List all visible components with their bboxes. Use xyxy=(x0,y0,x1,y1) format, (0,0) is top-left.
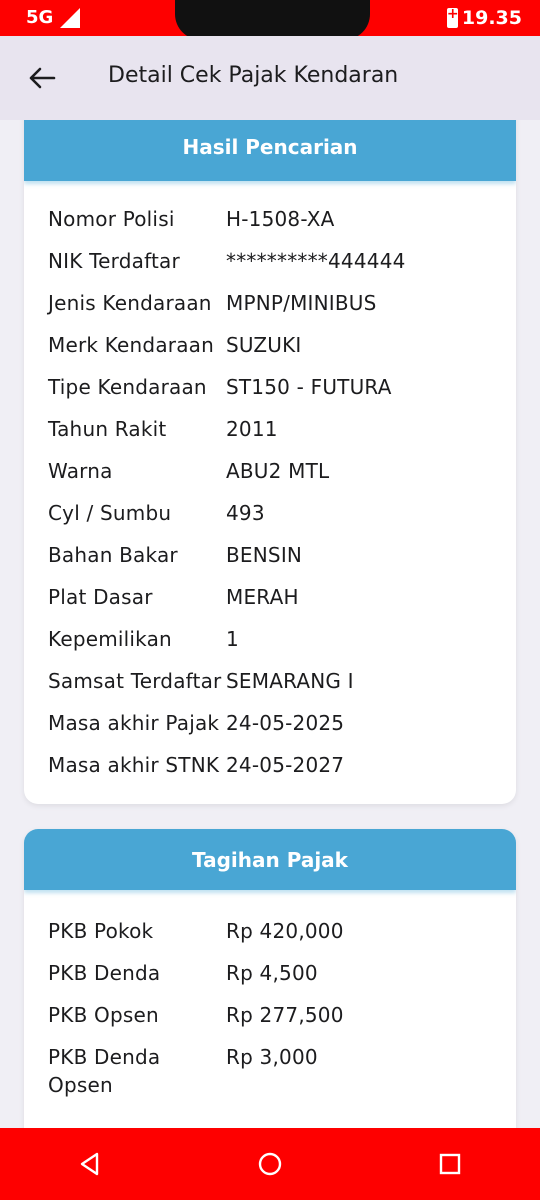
info-value: 24-05-2027 xyxy=(226,753,345,777)
info-label: PKB Denda xyxy=(48,961,161,985)
page-title: Detail Cek Pajak Kendaran xyxy=(108,63,399,88)
info-row: Bahan Bakar BENSIN xyxy=(48,541,492,569)
info-label: Nomor Polisi xyxy=(48,207,175,231)
nav-recents-button[interactable] xyxy=(420,1134,480,1194)
info-row: PKB Opsen Rp 277,500 xyxy=(48,1001,492,1029)
vehicle-card-header: Hasil Pencarian xyxy=(24,120,516,181)
info-row: PKB Pokok Rp 420,000 xyxy=(48,917,492,945)
info-value: H-1508-XA xyxy=(226,207,335,231)
info-row: NIK Terdaftar **********444444 xyxy=(48,247,492,275)
clock: 19.35 xyxy=(461,7,522,29)
tax-bill-card: Tagihan Pajak PKB Pokok Rp 420,000 PKB Den… xyxy=(24,829,516,1128)
info-label: Cyl / Sumbu xyxy=(48,501,172,525)
arrow-left-icon xyxy=(29,67,56,89)
info-label: Masa akhir STNK xyxy=(48,753,220,777)
back-button[interactable] xyxy=(22,58,62,98)
info-label: PKB Opsen xyxy=(48,1003,159,1027)
info-row: Merk Kendaraan SUZUKI xyxy=(48,331,492,359)
square-recents-icon xyxy=(439,1153,461,1175)
info-value: Rp 420,000 xyxy=(226,919,344,943)
info-label: Merk Kendaraan xyxy=(48,333,214,357)
info-value: Rp 4,500 xyxy=(226,961,318,985)
circle-home-icon xyxy=(258,1152,282,1176)
info-value: MERAH xyxy=(226,585,299,609)
info-label: Bahan Bakar xyxy=(48,543,178,567)
info-row: Warna ABU2 MTL xyxy=(48,457,492,485)
info-label: Warna xyxy=(48,459,113,483)
info-row: Jenis Kendaraan MPNP/MINIBUS xyxy=(48,289,492,317)
scroll-content[interactable]: Hasil Pencarian Nomor Polisi H-1508-XA NIK… xyxy=(0,120,540,1128)
vehicle-info-card: Hasil Pencarian Nomor Polisi H-1508-XA NIK… xyxy=(24,120,516,804)
info-row: Plat Dasar MERAH xyxy=(48,583,492,611)
network-type: 5G xyxy=(26,7,54,28)
nav-back-button[interactable] xyxy=(60,1134,120,1194)
info-label: Tipe Kendaraan xyxy=(48,375,207,399)
info-value: SEMARANG I xyxy=(226,669,354,693)
info-row: Samsat Terdaftar SEMARANG I xyxy=(48,667,492,695)
info-label: Plat Dasar xyxy=(48,585,153,609)
info-value: SUZUKI xyxy=(226,333,302,357)
info-label: Tahun Rakit xyxy=(48,417,167,441)
tax-card-header: Tagihan Pajak xyxy=(24,829,516,890)
info-value: 1 xyxy=(226,627,239,651)
info-row: Tipe Kendaraan ST150 - FUTURA xyxy=(48,373,492,401)
info-label: Jenis Kendaraan xyxy=(48,291,212,315)
signal-icon xyxy=(60,7,81,28)
app-bar: Detail Cek Pajak Kendaran xyxy=(0,36,540,120)
status-left: 5G xyxy=(26,7,81,28)
info-label: PKB Pokok xyxy=(48,919,154,943)
info-label: Samsat Terdaftar xyxy=(48,669,222,693)
info-value: ABU2 MTL xyxy=(226,459,330,483)
info-row: PKB Denda Opsen Rp 3,000 xyxy=(48,1043,492,1099)
status-bar: 5G 19.35 xyxy=(0,0,540,40)
info-row: Masa akhir Pajak 24-05-2025 xyxy=(48,709,492,737)
info-value: ST150 - FUTURA xyxy=(226,375,392,399)
status-right: 19.35 xyxy=(446,6,522,29)
info-row: PKB Denda Rp 4,500 xyxy=(48,959,492,987)
info-value: BENSIN xyxy=(226,543,303,567)
vehicle-card-body: Nomor Polisi H-1508-XA NIK Terdaftar ******… xyxy=(24,181,516,779)
info-value: Rp 277,500 xyxy=(226,1003,344,1027)
info-value: 493 xyxy=(226,501,265,525)
info-label: Kepemilikan xyxy=(48,627,172,651)
info-value: Rp 3,000 xyxy=(226,1045,318,1069)
info-value: **********444444 xyxy=(226,249,406,273)
info-value: 24-05-2025 xyxy=(226,711,345,735)
info-label: NIK Terdaftar xyxy=(48,249,180,273)
nav-home-button[interactable] xyxy=(240,1134,300,1194)
camera-notch xyxy=(175,0,370,40)
info-row: Masa akhir STNK 24-05-2027 xyxy=(48,751,492,779)
info-label: PKB Denda Opsen xyxy=(48,1045,161,1097)
info-label: Masa akhir Pajak xyxy=(48,711,220,735)
info-value: 2011 xyxy=(226,417,278,441)
info-value: MPNP/MINIBUS xyxy=(226,291,377,315)
info-row: Tahun Rakit 2011 xyxy=(48,415,492,443)
tax-card-body: PKB Pokok Rp 420,000 PKB Denda Rp 4,500 PKB … xyxy=(24,890,516,1099)
info-row: Cyl / Sumbu 493 xyxy=(48,499,492,527)
triangle-back-icon xyxy=(80,1152,99,1176)
info-row: Kepemilikan 1 xyxy=(48,625,492,653)
battery-charging-icon xyxy=(446,6,458,28)
info-row: Nomor Polisi H-1508-XA xyxy=(48,205,492,233)
navigation-bar xyxy=(0,1128,540,1200)
